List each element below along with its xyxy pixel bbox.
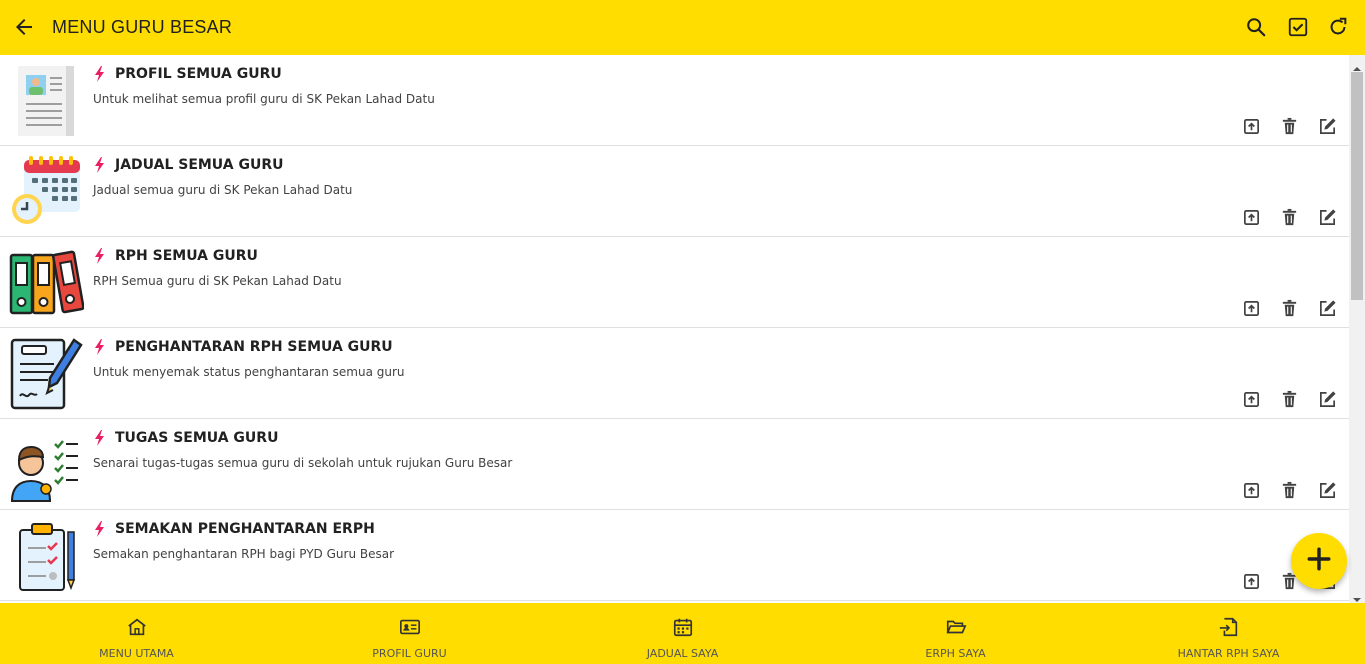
- bolt-icon: [93, 430, 107, 446]
- edit-icon[interactable]: [1318, 481, 1337, 500]
- page-title: MENU GURU BESAR: [52, 17, 233, 37]
- item-title: TUGAS SEMUA GURU: [115, 430, 279, 446]
- item-title: PROFIL SEMUA GURU: [115, 66, 282, 82]
- item-title: JADUAL SEMUA GURU: [115, 157, 284, 173]
- nav-profil-guru[interactable]: PROFIL GURU: [273, 603, 546, 664]
- nav-jadual-saya[interactable]: JADUAL SAYA: [546, 603, 819, 664]
- contract-pen-icon: [8, 336, 84, 412]
- nav-hantar-rph-saya[interactable]: HANTAR RPH SAYA: [1092, 603, 1365, 664]
- item-description: RPH Semua guru di SK Pekan Lahad Datu: [93, 274, 342, 288]
- scroll-down-icon[interactable]: [1353, 591, 1361, 602]
- add-button[interactable]: [1291, 533, 1347, 589]
- list-item[interactable]: SEMAKAN PENGHANTARAN ERPH Semakan pengha…: [0, 510, 1349, 601]
- nav-label: HANTAR RPH SAYA: [1177, 647, 1280, 660]
- file-import-icon: [1218, 616, 1240, 643]
- item-title: PENGHANTARAN RPH SEMUA GURU: [115, 339, 393, 355]
- bolt-icon: [93, 248, 107, 264]
- delete-icon[interactable]: [1280, 117, 1299, 136]
- edit-icon[interactable]: [1318, 390, 1337, 409]
- nav-label: PROFIL GURU: [372, 647, 447, 660]
- calendar-icon: [672, 616, 694, 643]
- upload-icon[interactable]: [1242, 117, 1261, 136]
- folder-open-icon: [945, 616, 967, 643]
- upload-icon[interactable]: [1242, 572, 1261, 591]
- scroll-up-icon[interactable]: [1353, 60, 1361, 71]
- teacher-checklist-icon: [8, 427, 84, 503]
- bolt-icon: [93, 339, 107, 355]
- nav-label: MENU UTAMA: [99, 647, 174, 660]
- nav-menu-utama[interactable]: MENU UTAMA: [0, 603, 273, 664]
- nav-erph-saya[interactable]: ERPH SAYA: [819, 603, 1092, 664]
- list-item[interactable]: JADUAL SEMUA GURU Jadual semua guru di S…: [0, 146, 1349, 237]
- nav-label: ERPH SAYA: [925, 647, 986, 660]
- binders-icon: [8, 245, 85, 321]
- plus-icon: [1306, 546, 1332, 577]
- bolt-icon: [93, 66, 107, 82]
- delete-icon[interactable]: [1280, 481, 1299, 500]
- edit-icon[interactable]: [1318, 299, 1337, 318]
- delete-icon[interactable]: [1280, 208, 1299, 227]
- calendar-clock-icon: [8, 154, 84, 230]
- delete-icon[interactable]: [1280, 299, 1299, 318]
- item-description: Senarai tugas-tugas semua guru di sekola…: [93, 456, 513, 470]
- id-card-icon: [399, 616, 421, 643]
- app-bar: MENU GURU BESAR: [0, 0, 1365, 55]
- delete-icon[interactable]: [1280, 390, 1299, 409]
- upload-icon[interactable]: [1242, 481, 1261, 500]
- upload-icon[interactable]: [1242, 208, 1261, 227]
- nav-label: JADUAL SAYA: [646, 647, 719, 660]
- upload-icon[interactable]: [1242, 299, 1261, 318]
- refresh-icon[interactable]: [1327, 16, 1349, 38]
- item-title: RPH SEMUA GURU: [115, 248, 258, 264]
- bottom-navigation: MENU UTAMA PROFIL GURU JADUAL SAYA ERPH …: [0, 603, 1365, 664]
- home-icon: [126, 616, 148, 643]
- profile-document-icon: [8, 63, 84, 139]
- item-description: Untuk menyemak status penghantaran semua…: [93, 365, 405, 379]
- arrow-left-icon[interactable]: [12, 15, 36, 39]
- item-description: Jadual semua guru di SK Pekan Lahad Datu: [93, 183, 353, 197]
- list-item[interactable]: RPH SEMUA GURU RPH Semua guru di SK Peka…: [0, 237, 1349, 328]
- menu-list: PROFIL SEMUA GURU Untuk melihat semua pr…: [0, 55, 1349, 603]
- bolt-icon: [93, 157, 107, 173]
- item-title: SEMAKAN PENGHANTARAN ERPH: [115, 521, 375, 537]
- edit-icon[interactable]: [1318, 117, 1337, 136]
- bolt-icon: [93, 521, 107, 537]
- list-item[interactable]: PROFIL SEMUA GURU Untuk melihat semua pr…: [0, 55, 1349, 146]
- list-item[interactable]: PENGHANTARAN RPH SEMUA GURU Untuk menyem…: [0, 328, 1349, 419]
- edit-icon[interactable]: [1318, 208, 1337, 227]
- list-item[interactable]: TUGAS SEMUA GURU Senarai tugas-tugas sem…: [0, 419, 1349, 510]
- scrollbar[interactable]: [1349, 55, 1365, 603]
- clipboard-check-icon: [8, 518, 84, 594]
- check-box-icon[interactable]: [1287, 16, 1309, 38]
- search-icon[interactable]: [1245, 16, 1267, 38]
- upload-icon[interactable]: [1242, 390, 1261, 409]
- scrollbar-thumb[interactable]: [1351, 72, 1363, 300]
- item-description: Untuk melihat semua profil guru di SK Pe…: [93, 92, 435, 106]
- item-description: Semakan penghantaran RPH bagi PYD Guru B…: [93, 547, 395, 561]
